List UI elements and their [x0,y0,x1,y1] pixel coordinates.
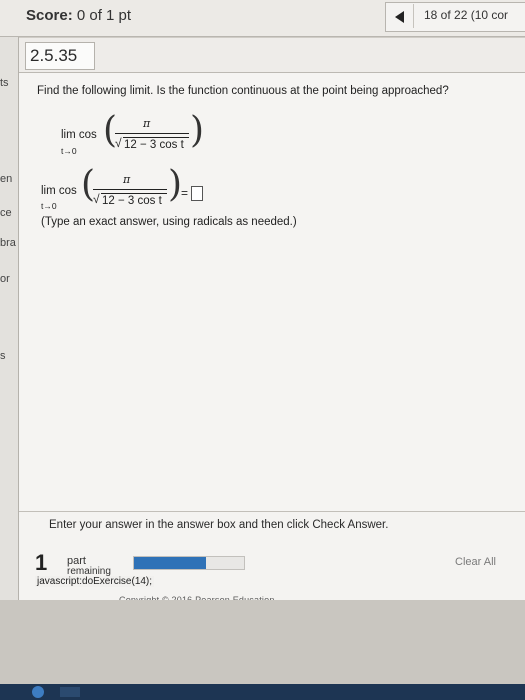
fraction-bar [115,133,189,134]
score-display: Score: 0 of 1 pt [26,7,131,24]
sidebar-fragment-5[interactable]: or [0,273,10,285]
question-id: 2.5.35 [25,42,95,70]
answer-limit-operator: lim cos [41,185,77,197]
progress-fill [134,557,206,569]
limit-operator: lim cos [61,129,97,141]
answer-denominator: 12 − 3 cos t [102,195,162,207]
question-counter[interactable]: 18 of 22 (10 cor [424,8,508,22]
instruction-text: Enter your answer in the answer box and … [49,519,389,531]
sidebar-fragment-6[interactable]: s [0,350,6,362]
answer-limit-subscript: t→0 [41,201,57,211]
radical-overline [123,137,189,138]
answer-numerator-pi: π [123,173,131,186]
part-number: 1 [35,550,48,575]
equals-sign: = [181,186,189,200]
taskbar-app-icon[interactable] [60,687,80,697]
radical-sign-icon: √ [115,136,122,150]
left-sidebar-strip: ts en ce bra or s [0,37,19,677]
limit-subscript: t→0 [61,146,77,156]
denominator: 12 − 3 cos t [124,139,184,151]
window-bottom-area [0,600,525,684]
nav-divider [413,4,414,28]
sidebar-fragment-4[interactable]: bra [0,237,16,249]
sidebar-fragment-3[interactable]: ce [0,207,12,219]
question-prompt: Find the following limit. Is the functio… [37,85,449,97]
score-bar: Score: 0 of 1 pt 18 of 22 (10 cor [0,0,525,37]
clear-all-button[interactable]: Clear All [455,556,496,568]
answer-right-paren: ) [168,164,183,205]
numerator-pi: π [143,117,151,130]
score-label: Score: [26,7,73,24]
question-id-bar: 2.5.35 [19,38,525,73]
sidebar-fragment-2[interactable]: en [0,173,12,185]
answer-radical-overline [101,193,167,194]
answer-radical-icon: √ [93,192,100,206]
status-url: javascript:doExercise(14); [35,576,155,587]
answer-hint: (Type an exact answer, using radicals as… [41,216,297,228]
previous-question-icon[interactable] [395,11,404,23]
score-value: 0 of 1 pt [76,7,132,24]
answer-input-box[interactable] [191,186,203,201]
answer-fraction-bar [93,189,167,190]
right-paren: ) [190,110,205,151]
start-button-icon[interactable] [32,686,44,698]
sidebar-fragment-1[interactable]: ts [0,77,9,89]
progress-bar [133,556,245,570]
answer-footer: Enter your answer in the answer box and … [19,512,525,605]
